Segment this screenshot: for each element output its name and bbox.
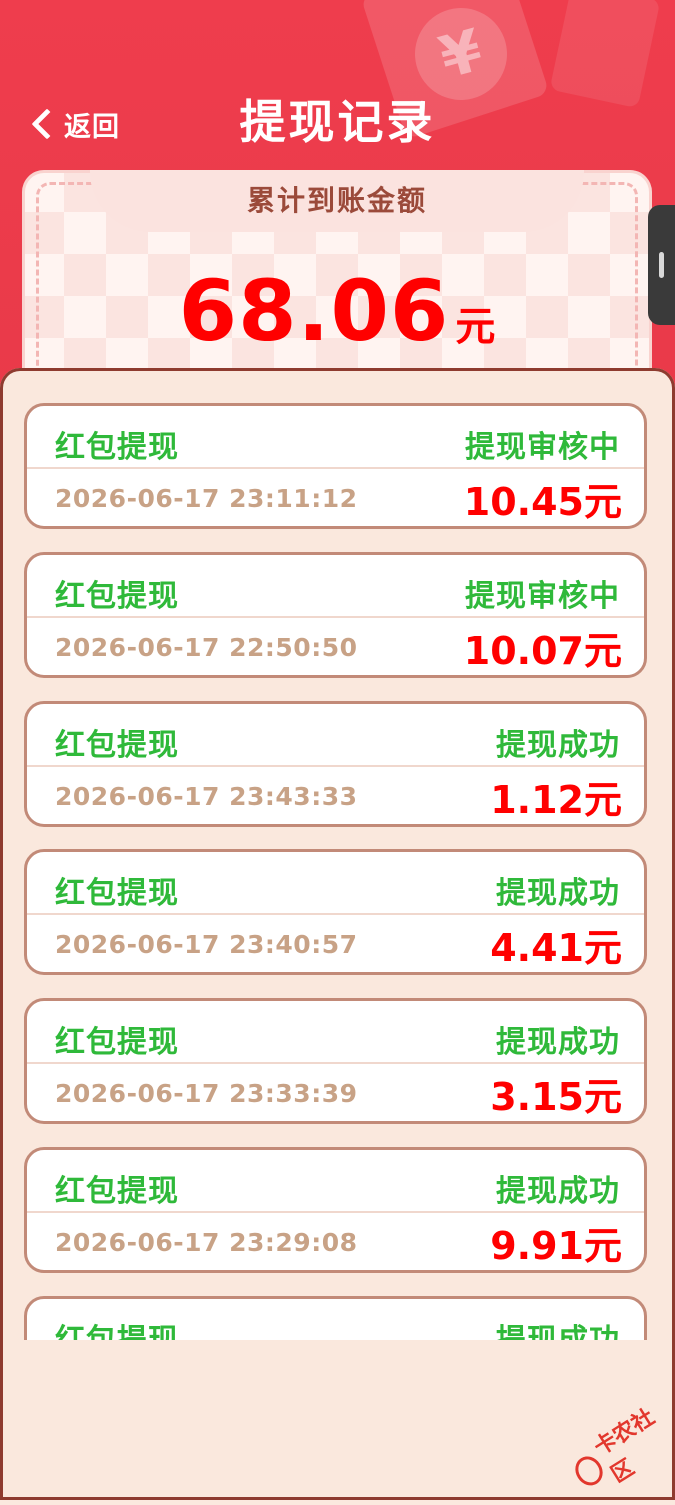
- record-card[interactable]: 红包提现 提现审核中 2026-06-17 23:11:12 10.45元: [24, 403, 647, 529]
- record-status: 提现成功: [496, 1315, 620, 1340]
- record-status: 提现成功: [496, 1025, 620, 1060]
- record-card[interactable]: 红包提现 提现成功 2026-06-17 23:33:39 3.15元: [24, 998, 647, 1124]
- record-status: 提现审核中: [465, 430, 620, 465]
- total-amount-unit: 元: [455, 304, 496, 350]
- divider: [27, 913, 644, 915]
- total-amount: 68.06 元: [22, 262, 652, 360]
- record-time: 2026-06-17 23:40:57: [55, 929, 358, 959]
- handle-grip-icon: [659, 252, 664, 278]
- record-status: 提现审核中: [465, 579, 620, 614]
- record-time: 2026-06-17 23:43:33: [55, 781, 358, 811]
- total-amount-value: 68.06: [178, 262, 450, 360]
- record-time: 2026-06-17 23:33:39: [55, 1078, 358, 1108]
- record-status: 提现成功: [496, 1174, 620, 1209]
- divider: [27, 616, 644, 618]
- divider: [27, 1211, 644, 1213]
- record-type: 红包提现: [55, 876, 179, 911]
- record-amount: 1.12元: [490, 777, 622, 822]
- record-amount: 3.15元: [490, 1074, 622, 1119]
- divider: [27, 1062, 644, 1064]
- record-status: 提现成功: [496, 876, 620, 911]
- record-card[interactable]: 红包提现 提现成功 2026-06-17 23:43:33 1.12元: [24, 701, 647, 827]
- divider: [27, 765, 644, 767]
- record-type: 红包提现: [55, 430, 179, 465]
- record-time: 2026-06-17 23:29:08: [55, 1227, 358, 1257]
- records-list[interactable]: 红包提现 提现审核中 2026-06-17 23:11:12 10.45元 红包提现…: [0, 400, 675, 1340]
- total-amount-label: 累计到账金额: [90, 170, 584, 232]
- page-title: 提现记录: [239, 95, 436, 149]
- record-amount: 10.45元: [463, 479, 622, 524]
- side-drawer-handle[interactable]: [648, 205, 675, 325]
- record-type: 红包提现: [55, 728, 179, 763]
- record-amount: 4.41元: [490, 925, 622, 970]
- record-card[interactable]: 红包提现 提现成功: [24, 1296, 647, 1340]
- record-type: 红包提现: [55, 1025, 179, 1060]
- divider: [27, 467, 644, 469]
- record-type: 红包提现: [55, 1315, 179, 1340]
- record-card[interactable]: 红包提现 提现审核中 2026-06-17 22:50:50 10.07元: [24, 552, 647, 678]
- record-type: 红包提现: [55, 579, 179, 614]
- record-status: 提现成功: [496, 728, 620, 763]
- record-amount: 10.07元: [463, 628, 622, 673]
- record-card[interactable]: 红包提现 提现成功 2026-06-17 23:29:08 9.91元: [24, 1147, 647, 1273]
- record-time: 2026-06-17 23:11:12: [55, 483, 358, 513]
- record-amount: 9.91元: [490, 1223, 622, 1268]
- record-card[interactable]: 红包提现 提现成功 2026-06-17 23:40:57 4.41元: [24, 849, 647, 975]
- record-time: 2026-06-17 22:50:50: [55, 632, 358, 662]
- record-type: 红包提现: [55, 1174, 179, 1209]
